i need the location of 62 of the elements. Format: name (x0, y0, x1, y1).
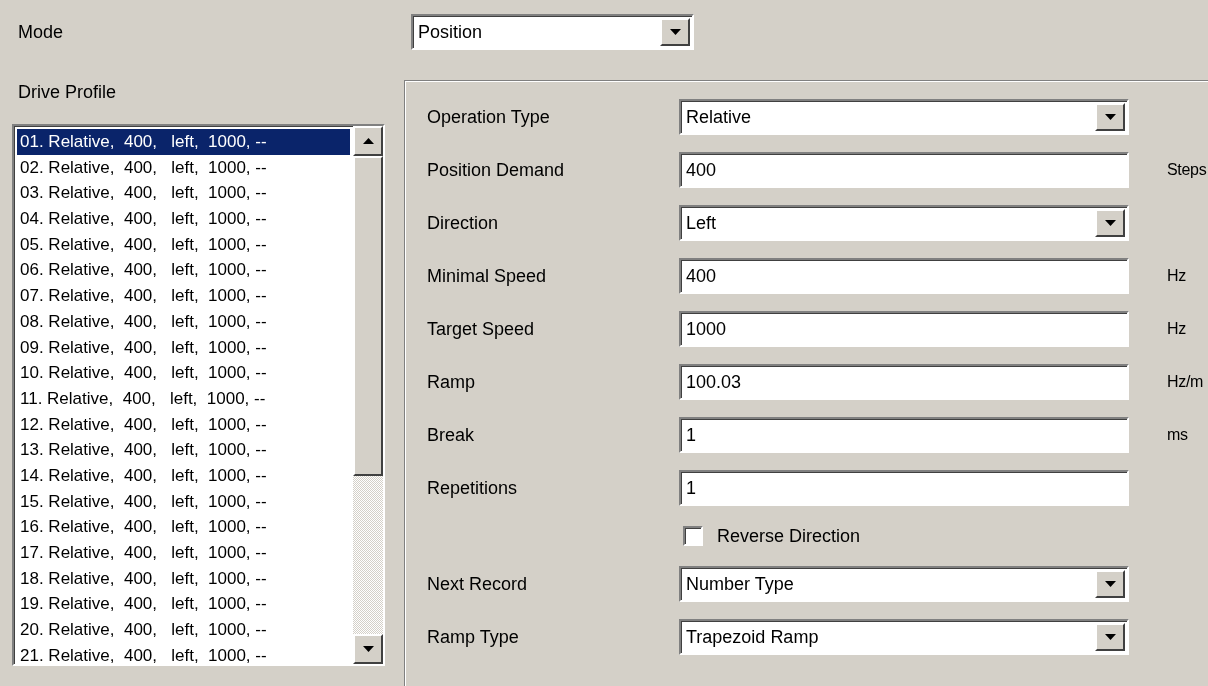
unit-label: Hz (1167, 267, 1187, 285)
dropdown[interactable]: Position (411, 14, 694, 50)
list-item[interactable]: 17. Relative, 400, left, 1000, -- (17, 540, 350, 566)
scroll-down-button[interactable] (353, 634, 383, 664)
input-field[interactable]: 1 (679, 470, 1129, 506)
up-arrow-icon (362, 138, 374, 144)
list-item[interactable]: 14. Relative, 400, left, 1000, -- (17, 462, 350, 489)
list-item[interactable]: 10. Relative, 400, left, 1000, -- (17, 360, 350, 386)
field-label: Position Demand (427, 159, 566, 181)
field-label: Mode (18, 21, 65, 43)
list-label: Drive Profile (18, 82, 118, 104)
dropdown-arrow-icon (1104, 634, 1116, 640)
profile-list[interactable] (12, 124, 385, 666)
field-label: Ramp Type (427, 626, 520, 648)
field-label: Break (427, 424, 476, 446)
list-item[interactable]: 20. Relative, 400, left, 1000, -- (17, 617, 350, 643)
unit-label: Steps (1167, 161, 1208, 179)
list-item[interactable]: 07. Relative, 400, left, 1000, -- (17, 283, 350, 309)
list-item[interactable]: 18. Relative, 400, left, 1000, -- (17, 565, 350, 592)
input-field[interactable]: 1000 (679, 311, 1129, 347)
dropdown[interactable]: Number Type (679, 566, 1129, 602)
dropdown-arrow-icon (1104, 220, 1116, 226)
checkbox-label: Reverse Direction (717, 525, 861, 547)
field-label: Direction (427, 212, 500, 234)
list-item[interactable]: 03. Relative, 400, left, 1000, -- (17, 180, 350, 207)
checkbox[interactable] (683, 526, 703, 546)
field-label: Ramp (427, 371, 476, 393)
list-item[interactable]: 21. Relative, 400, left, 1000, -- (17, 642, 350, 669)
list-item[interactable]: 19. Relative, 400, left, 1000, -- (17, 591, 350, 618)
field-label: Repetitions (427, 477, 519, 499)
list-item[interactable]: 02. Relative, 400, left, 1000, -- (17, 154, 350, 181)
scroll-up-button[interactable] (353, 126, 383, 156)
input-field[interactable]: 400 (679, 152, 1129, 188)
field-label: Operation Type (427, 106, 551, 128)
list-item[interactable]: 13. Relative, 400, left, 1000, -- (17, 437, 350, 463)
dropdown[interactable]: Left (679, 205, 1129, 241)
list-item[interactable]: 08. Relative, 400, left, 1000, -- (17, 308, 350, 335)
dropdown-arrow-icon (669, 29, 681, 35)
unit-label: Hz/m (1167, 373, 1205, 391)
list-item[interactable]: 09. Relative, 400, left, 1000, -- (17, 334, 350, 361)
field-label: Target Speed (427, 318, 536, 340)
unit-label: Hz (1167, 320, 1187, 338)
list-item[interactable]: 06. Relative, 400, left, 1000, -- (17, 257, 350, 284)
field-label: Minimal Speed (427, 265, 548, 287)
scrollbar-thumb[interactable] (353, 156, 383, 476)
list-item[interactable]: 11. Relative, 400, left, 1000, -- (17, 385, 350, 412)
list-item[interactable]: 16. Relative, 400, left, 1000, -- (17, 514, 350, 540)
input-field[interactable]: 1 (679, 417, 1129, 453)
list-item[interactable]: 05. Relative, 400, left, 1000, -- (17, 231, 350, 258)
list-item[interactable]: 04. Relative, 400, left, 1000, -- (17, 206, 350, 232)
down-arrow-icon (362, 646, 374, 652)
input-field[interactable]: 100.03 (679, 364, 1129, 400)
list-item[interactable]: 01. Relative, 400, left, 1000, -- (17, 129, 350, 155)
list-item[interactable]: 12. Relative, 400, left, 1000, -- (17, 411, 350, 438)
field-label: Next Record (427, 573, 529, 595)
dropdown[interactable]: Trapezoid Ramp (679, 619, 1129, 655)
dropdown[interactable]: Relative (679, 99, 1129, 135)
dropdown-arrow-icon (1104, 114, 1116, 120)
unit-label: ms (1167, 426, 1189, 444)
dropdown-arrow-icon (1104, 581, 1116, 587)
list-item[interactable]: 15. Relative, 400, left, 1000, -- (17, 488, 350, 515)
input-field[interactable]: 400 (679, 258, 1129, 294)
